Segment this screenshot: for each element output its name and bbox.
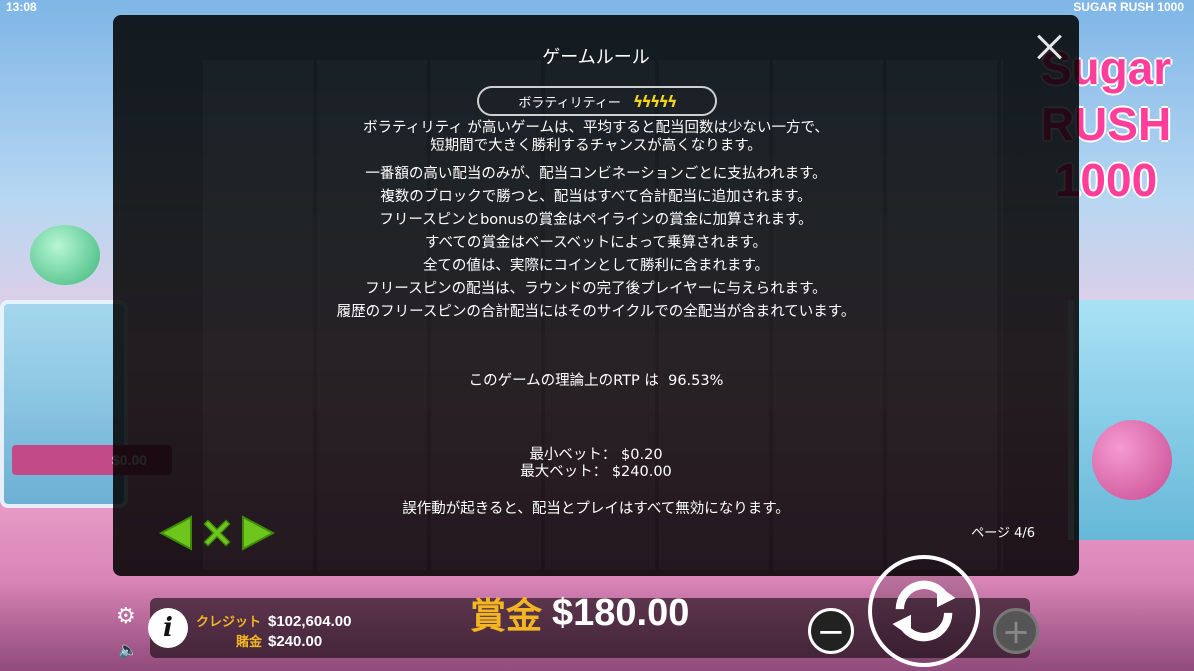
bet-row: 賭金 $240.00	[196, 631, 322, 650]
page-indicator: ページ 4/6	[971, 526, 1035, 541]
win-display: 賞金 $180.00	[470, 587, 689, 639]
credit-row: クレジット $102,604.00	[196, 611, 351, 630]
max-bet-value: $240.00	[611, 464, 672, 480]
rule-line: フリースピンとbonusの賞金はペイラインの賞金に加算されます。	[379, 212, 813, 228]
spin-button[interactable]	[868, 555, 980, 667]
bet-label: 賭金	[236, 634, 263, 649]
credit-value: $102,604.00	[268, 613, 352, 630]
rules-modal: ゲームルール ボラティリティー ϟϟϟϟϟ ボラティリティ が高いゲームは、平均…	[113, 15, 1079, 576]
modal-title: ゲームルール	[542, 47, 650, 68]
bet-value: $240.00	[268, 633, 323, 650]
close-rules-x-button[interactable]	[199, 513, 235, 553]
increase-bet-button[interactable]: +	[993, 608, 1039, 654]
min-bet-row: 最小ベット： $0.20	[113, 447, 1079, 464]
speaker-icon[interactable]: 🔈	[118, 640, 138, 659]
credit-label: クレジット	[196, 614, 262, 629]
rule-line: フリースピンの配当は、ラウンドの完了後プレイヤーに与えられます。	[365, 281, 827, 297]
max-bet-row: 最大ベット： $240.00	[113, 464, 1079, 481]
max-bet-label: 最大ベット：	[520, 464, 608, 480]
arrow-left-icon	[158, 515, 192, 551]
prev-page-button[interactable]	[157, 513, 193, 553]
rules-text: ボラティリティ が高いゲームは、平均すると配当回数は少ない一方で、 短期間で大き…	[113, 119, 1079, 326]
page-navigation	[157, 513, 277, 553]
rule-line: すべての賞金はベースベットによって乗算されます。	[424, 235, 768, 251]
bg-lollipop-green	[30, 225, 100, 285]
rule-line: 一番額の高い配当のみが、配当コンビネーションごとに支払われます。	[365, 166, 827, 182]
next-page-button[interactable]	[241, 513, 277, 553]
volatility-badge: ボラティリティー ϟϟϟϟϟ	[477, 86, 717, 116]
info-button[interactable]: i	[148, 608, 188, 648]
rule-line: 履歴のフリースピンの合計配当にはそのサイクルでの全配当が含まれています。	[336, 304, 856, 320]
arrow-right-icon	[242, 515, 276, 551]
rtp-value: 96.53%	[668, 373, 724, 389]
win-value: $180.00	[552, 591, 690, 634]
bg-candy-ball	[1092, 420, 1172, 500]
bet-limits: 最小ベット： $0.20 最大ベット： $240.00	[113, 447, 1079, 481]
min-bet-value: $0.20	[621, 447, 663, 463]
rule-line: 複数のブロックで勝つと、配当はすべて合計配当に追加されます。	[380, 189, 812, 205]
spin-arrows-icon	[892, 580, 956, 642]
rule-line: 全ての値は、実際にコインとして勝利に含まれます。	[422, 258, 770, 274]
rule-line: 短期間で大きく勝利するチャンスが高くなります。	[430, 138, 762, 154]
rule-line: ボラティリティ が高いゲームは、平均すると配当回数は少ない一方で、	[363, 120, 829, 136]
status-time: 13:08	[6, 0, 37, 14]
lightning-bolt-icon: ϟϟϟϟϟ	[632, 91, 678, 111]
bg-machine-left	[0, 300, 128, 508]
rtp-info: このゲームの理論上のRTP は 96.53%	[113, 369, 1079, 390]
gear-icon[interactable]: ⚙	[116, 606, 138, 628]
win-label: 賞金	[470, 595, 543, 636]
close-x-icon	[203, 519, 231, 547]
min-bet-label: 最小ベット：	[529, 447, 617, 463]
status-game-name: SUGAR RUSH 1000	[1073, 0, 1184, 14]
rtp-label: このゲームの理論上のRTP は	[468, 373, 659, 389]
volatility-label: ボラティリティー	[518, 95, 621, 111]
decrease-bet-button[interactable]: −	[808, 608, 854, 654]
